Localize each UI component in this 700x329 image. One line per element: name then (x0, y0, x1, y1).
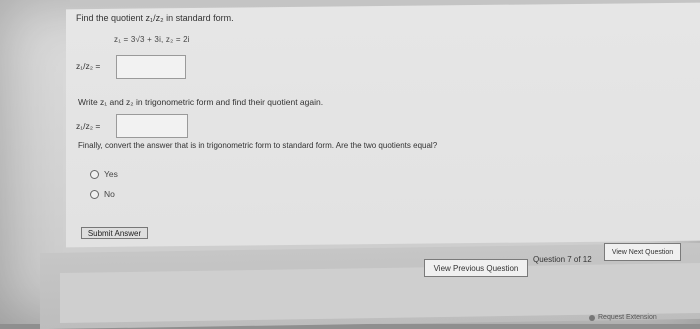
option-no[interactable]: No (90, 189, 115, 199)
view-next-question-button[interactable]: View Next Question (604, 243, 681, 261)
question-prompt: Find the quotient z₁/z₂ in standard form… (76, 13, 234, 23)
answer2-input[interactable] (116, 114, 188, 138)
request-extension-link[interactable]: Request Extension (598, 314, 657, 321)
view-previous-question-button[interactable]: View Previous Question (424, 259, 528, 277)
option-yes[interactable]: Yes (90, 169, 118, 179)
radio-yes[interactable] (90, 169, 99, 179)
submit-answer-button[interactable]: Submit Answer (81, 227, 148, 239)
answer2-label: z₁/z₂ = (76, 121, 101, 131)
answer1-input[interactable] (116, 55, 186, 79)
extension-icon (589, 315, 595, 321)
answer1-label: z₁/z₂ = (76, 61, 101, 71)
radio-no[interactable] (90, 189, 99, 199)
option-yes-label: Yes (104, 169, 118, 179)
instruction-trig-form: Write z₁ and z₂ in trigonometric form an… (78, 97, 324, 107)
given-values: z₁ = 3√3 + 3i, z₂ = 2i (114, 35, 190, 44)
question-counter: Question 7 of 12 (533, 255, 592, 264)
option-no-label: No (104, 189, 115, 199)
instruction-convert: Finally, convert the answer that is in t… (78, 141, 438, 150)
